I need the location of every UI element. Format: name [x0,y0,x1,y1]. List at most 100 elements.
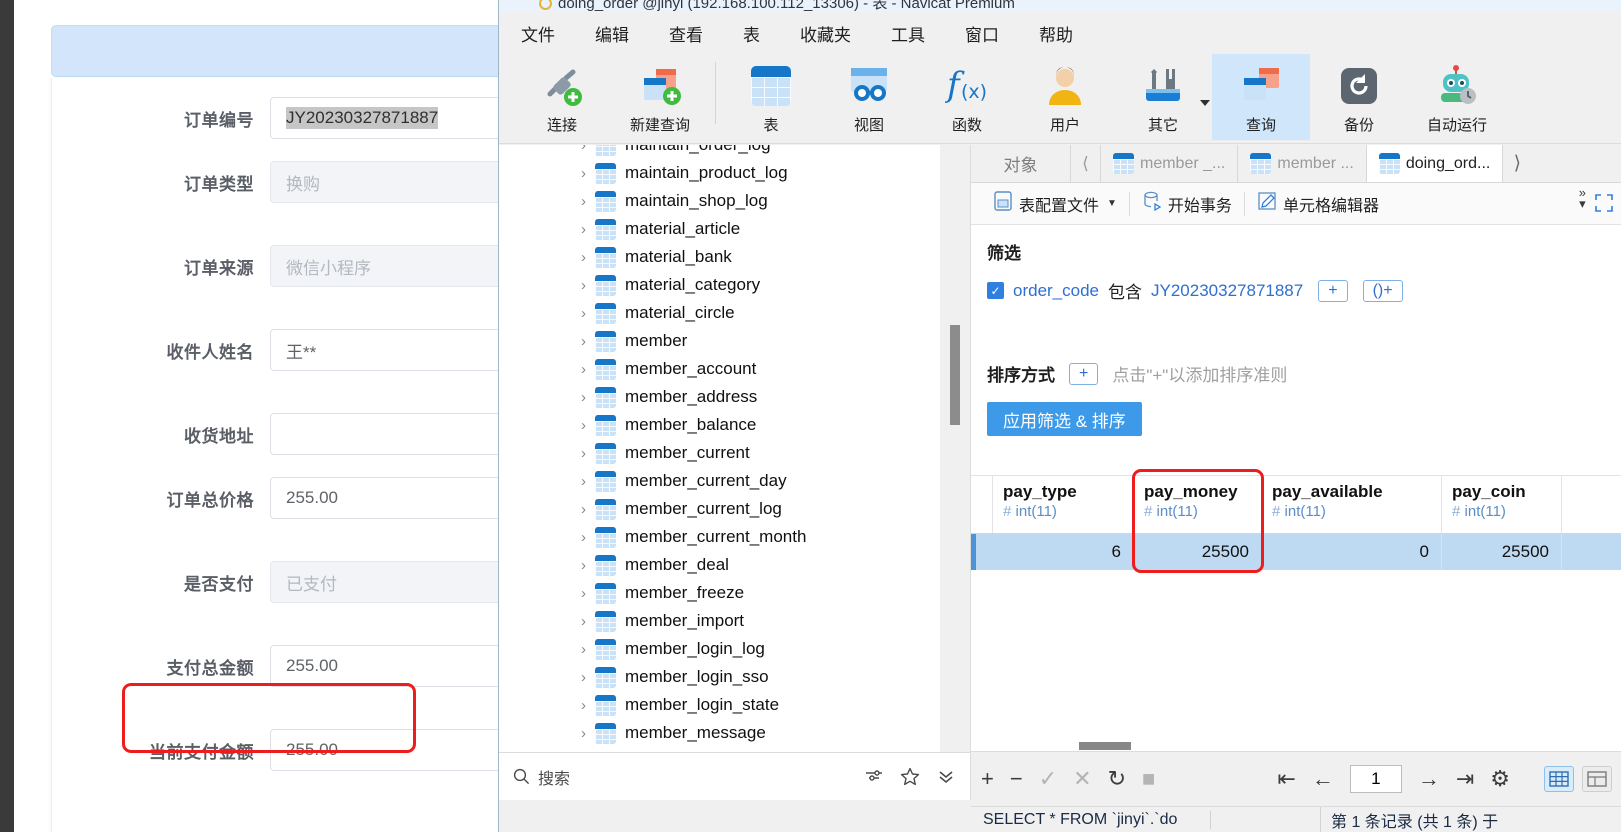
chevron-right-icon[interactable]: › [581,305,586,322]
settings-gear-icon[interactable]: ⚙ [1490,766,1510,792]
toolbar-button-新建查询[interactable]: 新建查询 [611,54,709,140]
tree-item[interactable]: › member_import [499,607,970,635]
chevron-right-icon[interactable]: › [581,641,586,658]
collapse-all-icon[interactable] [936,767,956,786]
form-field-input[interactable]: 255.00 [270,645,510,687]
grid-column-header[interactable]: pay_available # int(11) [1262,476,1442,533]
main-toolbar[interactable]: 连接 新建查询 表 视图 f (x) 函数 用户 其它 查询 备份 自动运行 [499,54,1621,144]
form-field-input[interactable]: 王** [270,329,510,371]
tree-item[interactable]: › member_address [499,383,970,411]
chevron-down-icon[interactable]: ▼ [1107,198,1117,209]
grid-cell[interactable]: 25500 [1442,534,1562,570]
last-page-icon[interactable]: ⇥ [1456,766,1474,792]
grid-row[interactable]: 6 25500 0 25500 [971,534,1621,570]
menu-item-1[interactable]: 编辑 [595,21,629,46]
toolbar-button-自动运行[interactable]: 自动运行 [1408,54,1506,140]
tree-item[interactable]: › member_deal [499,551,970,579]
add-row-icon[interactable]: + [981,766,994,792]
tree-item[interactable]: › material_bank [499,243,970,271]
add-condition-button[interactable]: + [1318,279,1348,302]
form-field-input[interactable]: 255.00 [270,477,510,519]
tree-scrollbar-thumb[interactable] [950,325,960,425]
chevron-right-icon[interactable]: › [581,277,586,294]
toolbar-button-表[interactable]: 表 [722,54,820,140]
add-sort-button[interactable]: + [1069,362,1099,385]
row-selector[interactable] [971,534,993,570]
tree-item[interactable]: › member_current_day [499,467,970,495]
table-list[interactable]: › maintain_order_log › maintain_product_log… [499,145,970,747]
table-toolbar[interactable]: 表配置文件 ▼ 开始事务 单元格编辑器 » ▾ [971,183,1621,225]
toolbar-button-备份[interactable]: 备份 [1310,54,1408,140]
add-group-button[interactable]: ()+ [1362,279,1403,302]
delete-row-icon[interactable]: − [1010,766,1023,792]
tree-item[interactable]: › member_current_log [499,495,970,523]
chevron-right-icon[interactable]: › [581,417,586,434]
toolbar-button-视图[interactable]: 视图 [820,54,918,140]
tree-item[interactable]: › material_category [499,271,970,299]
form-field-input[interactable]: JY20230327871887 [270,97,510,139]
more-tools-icon[interactable]: » ▾ [1579,186,1586,210]
tree-item[interactable]: › member [499,327,970,355]
tree-item[interactable]: › member_message [499,719,970,747]
grid-cell[interactable]: 6 [993,534,1134,570]
confirm-icon[interactable]: ✓ [1039,766,1057,792]
search-input[interactable]: 搜索 [538,765,570,789]
menu-item-3[interactable]: 表 [743,21,760,46]
menu-item-5[interactable]: 工具 [891,21,925,46]
tabs-scroll-left-icon[interactable]: ⟨ [1071,145,1101,182]
tree-item[interactable]: › maintain_product_log [499,159,970,187]
object-tab-bar[interactable]: 对象 ⟨ member _... member ... doing_ord... ⟩ [971,145,1621,183]
chevron-right-icon[interactable]: › [581,473,586,490]
next-page-icon[interactable]: → [1418,766,1440,792]
cancel-icon[interactable]: ✕ [1073,766,1091,792]
grid-body[interactable]: 6 25500 0 25500 [971,534,1621,570]
tree-item[interactable]: › member_login_log [499,635,970,663]
filter-icon[interactable] [864,769,884,785]
tree-item[interactable]: › material_article [499,215,970,243]
toolbar-button-函数[interactable]: f (x) 函数 [918,54,1016,140]
tree-item[interactable]: › maintain_shop_log [499,187,970,215]
toolbar-button-其它[interactable]: 其它 [1114,54,1212,140]
chevron-right-icon[interactable]: › [581,613,586,630]
menu-item-4[interactable]: 收藏夹 [800,21,851,46]
grid-column-header[interactable]: pay_type # int(11) [993,476,1134,533]
tree-item[interactable]: › member_login_sso [499,663,970,691]
menu-bar[interactable]: 文件 编辑 查看 表 收藏夹 工具 窗口 帮助 [499,12,1621,54]
chevron-down-icon[interactable] [1200,100,1210,106]
favorite-star-icon[interactable] [900,767,920,786]
chevron-right-icon[interactable]: › [581,193,586,210]
filter-rule-column[interactable]: order_code [1013,281,1099,301]
tree-search-bar[interactable]: 搜索 [499,752,971,800]
chevron-right-icon[interactable]: › [581,669,586,686]
tree-item[interactable]: › member_account [499,355,970,383]
filter-rule-value[interactable]: JY20230327871887 [1151,281,1303,301]
tree-item[interactable]: › member_login_state [499,691,970,719]
grid-horizontal-scrollbar[interactable] [1079,742,1131,750]
expand-panel-icon[interactable] [1594,193,1614,213]
menu-item-7[interactable]: 帮助 [1039,21,1073,46]
chevron-right-icon[interactable]: › [581,697,586,714]
chevron-right-icon[interactable]: › [581,361,586,378]
object-tab[interactable]: member _... [1101,145,1239,182]
chevron-right-icon[interactable]: › [581,501,586,518]
filter-rule-checkbox[interactable]: ✓ [987,282,1004,299]
menu-item-2[interactable]: 查看 [669,21,703,46]
grid-header-row[interactable]: pay_type # int(11) pay_money # int(11) pay_a… [971,476,1621,534]
menu-item-0[interactable]: 文件 [521,21,555,46]
chevron-right-icon[interactable]: › [581,165,586,182]
tree-item[interactable]: › member_freeze [499,579,970,607]
form-field-input[interactable]: 255.00 [270,729,510,771]
object-tab[interactable]: member ... [1238,145,1367,182]
grid-view-icon[interactable] [1544,766,1574,792]
chevron-right-icon[interactable]: › [581,725,586,742]
chevron-right-icon[interactable]: › [581,585,586,602]
chevron-right-icon[interactable]: › [581,249,586,266]
stop-icon[interactable]: ■ [1142,766,1155,792]
object-tabs[interactable]: member _... member ... doing_ord... [1101,145,1504,182]
chevron-right-icon[interactable]: › [581,389,586,406]
table-toolbar-button[interactable]: 开始事务 [1130,191,1244,216]
toolbar-button-连接[interactable]: 连接 [513,54,611,140]
chevron-right-icon[interactable]: › [581,333,586,350]
menu-item-6[interactable]: 窗口 [965,21,999,46]
tree-item[interactable]: › member_current [499,439,970,467]
